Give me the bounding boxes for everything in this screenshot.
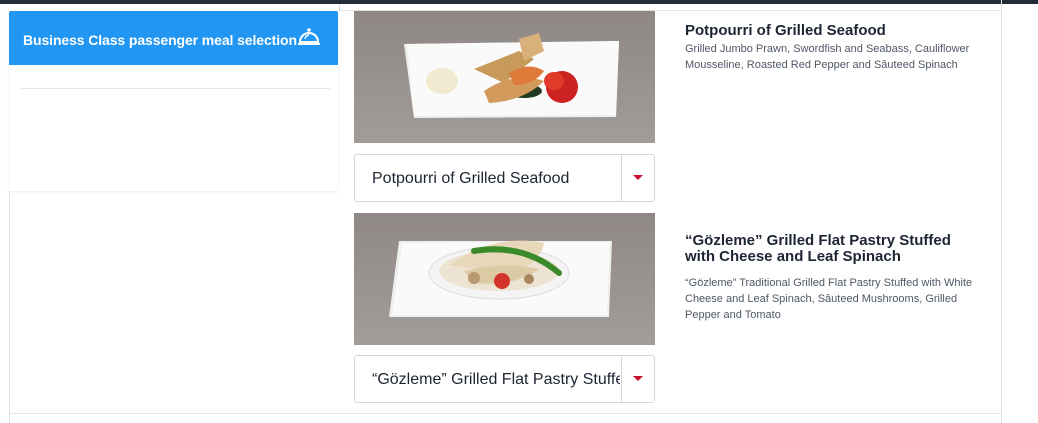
cloche-icon (297, 27, 321, 49)
meal-select-dropdown[interactable]: “Gözleme” Grilled Flat Pastry Stuffed wi… (354, 355, 655, 403)
divider (9, 413, 1002, 414)
meal-title: “Gözleme” Grilled Flat Pastry Stuffed wi… (685, 232, 951, 265)
meal-select-value: Potpourri of Grilled Seafood (372, 170, 570, 187)
meal-selection-panel: Business Class passenger meal selection (9, 11, 338, 191)
meal-select-dropdown[interactable]: Potpourri of Grilled Seafood (354, 154, 655, 202)
dropdown-separator (621, 356, 622, 402)
top-bar (0, 0, 1038, 4)
meal-selection-title: Business Class passenger meal selection (23, 32, 297, 48)
divider (1001, 0, 1002, 423)
meal-description: “Gözleme” Traditional Grilled Flat Pastr… (685, 277, 973, 321)
meal-title: Potpourri of Grilled Seafood (685, 22, 886, 39)
meal-photo (354, 213, 655, 345)
divider (9, 191, 10, 423)
meal-description: Grilled Jumbo Prawn, Swordfish and Seaba… (685, 43, 970, 71)
meal-photo (354, 11, 655, 143)
meal-selection-header[interactable]: Business Class passenger meal selection (9, 11, 338, 65)
chevron-down-icon[interactable] (633, 175, 643, 180)
chevron-down-icon[interactable] (633, 376, 643, 381)
meal-select-value: “Gözleme” Grilled Flat Pastry Stuffed wi… (372, 371, 620, 388)
dropdown-separator (621, 155, 622, 201)
divider (21, 88, 330, 89)
